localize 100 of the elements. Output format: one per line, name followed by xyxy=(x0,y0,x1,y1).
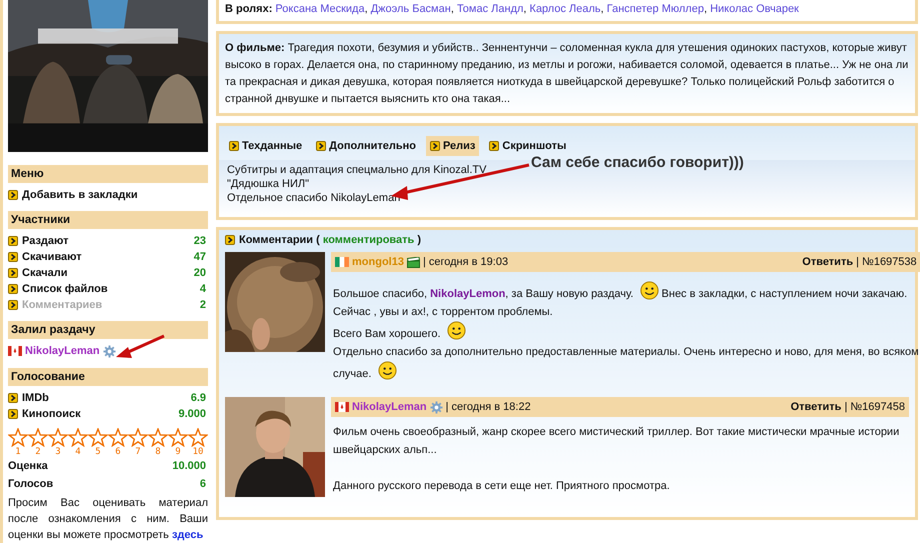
comment-text: Фильм очень своеобразный, жанр скорее всего мистический триллер. Вот такие мистически мрачные истории швейцарских альп... xyxy=(333,426,900,456)
actor-link[interactable]: Джоэль Басман xyxy=(370,3,451,15)
flag-icon xyxy=(8,346,22,356)
movie-description: О фильме: Трагедия похоти, безумия и убийств.. Зеннентунчи – соломенная кукла для утешения одиноких пастухов, которые живут высоко в горах. Делается она, по старинному преданию, из метлы и рогожи, набивается соломой, одевается в платье... Уж не она ли та прекрасная и дикая девушка, которая появляется ниоткуда в швейцарской деревушке? Только полицейский Рольф заботится о странной днвушке и пытается выяснить кто она такая... xyxy=(225,41,909,107)
bullet-icon xyxy=(8,408,18,419)
rating-source: Кинопоиск xyxy=(22,408,82,420)
bullet-icon xyxy=(225,235,235,245)
rating-source: IMDb xyxy=(22,392,50,404)
star-icon[interactable] xyxy=(68,428,88,447)
smiley-icon xyxy=(446,321,466,340)
comment-time: | сегодня в 18:22 xyxy=(446,401,531,413)
stat-value: 2 xyxy=(200,298,206,311)
bullet-icon xyxy=(8,236,18,246)
actor-link[interactable]: Роксана Мескида xyxy=(275,3,365,15)
section-header: Голосование xyxy=(8,368,208,386)
section-header: Участники xyxy=(8,210,208,229)
stat-label[interactable]: Скачивают xyxy=(22,250,190,263)
stat-value: 23 xyxy=(194,234,206,247)
star-number: 4 xyxy=(75,446,81,457)
stat-value: 47 xyxy=(194,250,206,263)
comments-title: Комментарии ( комментировать ) xyxy=(239,234,422,246)
star-icon[interactable] xyxy=(168,428,188,447)
star-number: 9 xyxy=(175,446,181,457)
uploader-name[interactable]: NikolayLeman xyxy=(25,345,100,358)
menu-link[interactable]: Добавить в закладки xyxy=(22,188,206,201)
bullet-icon xyxy=(8,300,18,310)
actor-link[interactable]: Карлос Леаль xyxy=(530,3,601,15)
clapper-icon xyxy=(406,256,420,268)
release-text: Субтитры и адаптация спецмально для Kinozal.TV xyxy=(227,163,486,177)
stat-label[interactable]: Раздают xyxy=(22,234,190,247)
comment-text: Данного русского перевода в сети еще нет. Приятного просмотра. xyxy=(333,480,670,492)
flag-icon xyxy=(335,402,349,412)
here-link[interactable]: здесь xyxy=(172,529,204,542)
star-icon[interactable] xyxy=(88,428,108,447)
comment-text: Сейчас , увы и ах!, с торрентом проблемы. xyxy=(333,305,553,320)
tab[interactable]: Релиз xyxy=(426,136,480,156)
star-number: 10 xyxy=(192,446,204,457)
actor-link[interactable]: Николас Овчарек xyxy=(710,3,799,15)
rating-value: 9.000 xyxy=(178,408,206,420)
annotation-text: Сам себе спасибо говорит))) xyxy=(531,156,744,170)
tab[interactable]: Дополнительно xyxy=(312,136,420,156)
comment-text: Большое спасибо, NikolayLemon, за Вашу новую раздачу. xyxy=(333,287,634,302)
star-icon[interactable] xyxy=(8,428,28,447)
smiley-icon xyxy=(378,361,397,380)
actor-link[interactable]: Томас Ландл xyxy=(456,3,524,15)
section-header: Меню xyxy=(8,164,208,183)
stat-label[interactable]: Список файлов xyxy=(22,282,196,295)
section-header: Залил раздачу xyxy=(8,320,208,339)
reply-link[interactable]: Ответить xyxy=(802,256,854,268)
stat-label[interactable]: Скачали xyxy=(22,266,190,279)
flag-icon xyxy=(335,257,349,267)
star-icon[interactable] xyxy=(148,428,168,447)
total-label: Оценка xyxy=(8,460,48,472)
release-text: Отдельное спасибо NikolayLeman xyxy=(227,191,400,205)
bullet-icon xyxy=(489,141,500,151)
tab[interactable]: Техданные xyxy=(225,136,306,156)
comment-text: случае. xyxy=(333,367,372,382)
total-label: Голосов xyxy=(8,478,54,490)
bullet-icon xyxy=(430,141,440,151)
comment-time: | сегодня в 19:03 xyxy=(422,256,508,268)
rating-value: 6.9 xyxy=(190,392,206,404)
release-text: "Дядюшка НИЛ" xyxy=(227,177,310,191)
comment-number: | №1697458 xyxy=(844,401,905,413)
star-icon[interactable] xyxy=(188,428,208,447)
comment-link[interactable]: комментировать xyxy=(322,234,414,246)
star-number: 5 xyxy=(95,446,101,457)
gear-icon xyxy=(102,344,116,358)
rating-note: Просим Вас оценивать материал после ознакомления с ним. Ваши оценки вы можете просмотреть здесь xyxy=(8,496,208,543)
star-icon[interactable] xyxy=(128,428,148,447)
comment-text: Отдельно спасибо за дополнительно предоставленные материалы. Очень интересно и ново, для меня, во всяком xyxy=(333,345,919,360)
star-icon[interactable] xyxy=(28,428,48,447)
gear-icon xyxy=(430,400,443,414)
arrow xyxy=(114,334,166,360)
star-number: 2 xyxy=(35,446,41,457)
bullet-icon xyxy=(229,141,239,151)
bullet-icon xyxy=(8,252,18,262)
star-number: 8 xyxy=(155,446,161,457)
stat-value: 20 xyxy=(194,266,206,279)
tab[interactable]: Скриншоты xyxy=(485,136,570,156)
comment-text: Всего Вам хорошего. xyxy=(333,327,441,342)
star-number: 7 xyxy=(135,446,141,457)
star-icon[interactable] xyxy=(108,428,128,447)
comment-number: | №1697538 xyxy=(856,256,917,268)
star-icon[interactable] xyxy=(48,428,68,447)
stat-value: 4 xyxy=(200,282,206,295)
reply-link[interactable]: Ответить xyxy=(790,401,842,413)
bullet-icon xyxy=(8,284,18,294)
actor-link[interactable]: Ганспетер Мюллер xyxy=(606,3,704,15)
bullet-icon xyxy=(8,268,18,278)
bullet-icon xyxy=(8,392,18,403)
author-name[interactable]: NikolayLeman xyxy=(352,401,427,413)
star-number: 6 xyxy=(115,446,121,457)
smiley-icon xyxy=(640,281,659,300)
bullet-icon xyxy=(8,190,18,200)
star-number: 3 xyxy=(55,446,61,457)
star-number: 1 xyxy=(15,446,21,457)
total-value: 6 xyxy=(200,478,206,490)
comment-text: Внес в закладки, с наступлением ночи закачаю. xyxy=(662,287,908,302)
bullet-icon xyxy=(316,141,326,151)
total-value: 10.000 xyxy=(172,460,206,472)
